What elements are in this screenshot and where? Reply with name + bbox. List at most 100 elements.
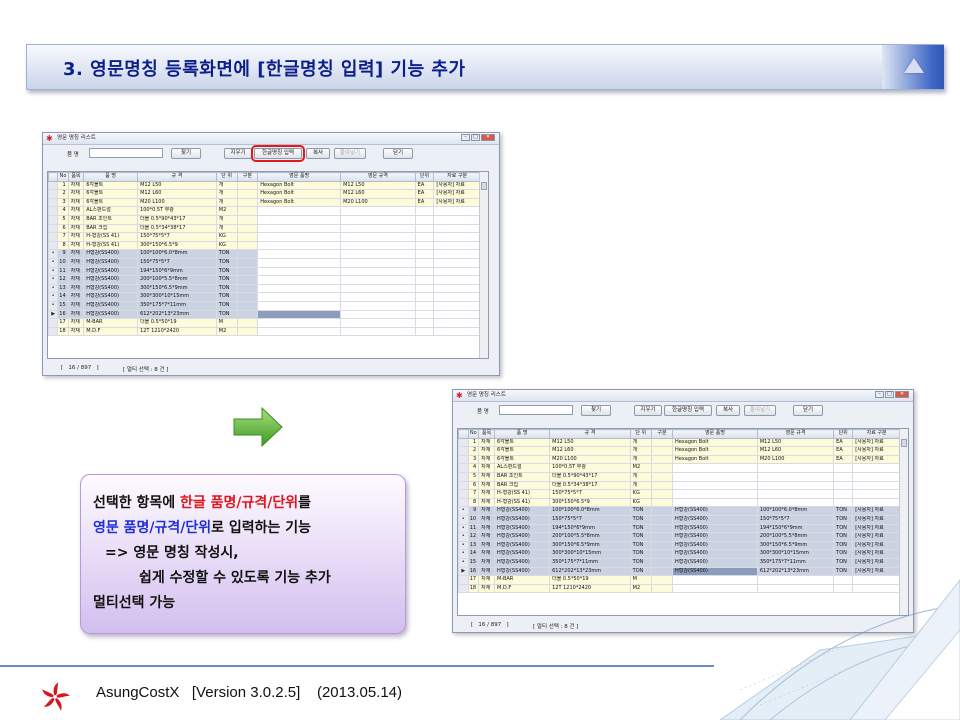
- cell-en-spec[interactable]: [340, 300, 416, 311]
- cell-en-unit[interactable]: TON: [833, 540, 854, 551]
- column-header[interactable]: 규 격: [137, 172, 217, 182]
- minimize-button[interactable]: –: [461, 134, 470, 141]
- cell-en-spec[interactable]: 300*150*6.5*9mm: [756, 540, 835, 551]
- cell-en-spec[interactable]: [756, 463, 835, 473]
- column-header[interactable]: 단위: [414, 172, 435, 182]
- cell-en-spec[interactable]: [340, 275, 416, 285]
- cell-en-name[interactable]: [672, 480, 758, 491]
- table-row[interactable]: 6 자재 BAR 크립 더블 0.5*34*38*17 개: [48, 223, 481, 234]
- close-window-button[interactable]: ✕: [481, 134, 495, 141]
- cell-en-unit[interactable]: TON: [833, 523, 854, 534]
- cell-en-spec[interactable]: [340, 257, 416, 268]
- cell-en-unit[interactable]: [833, 497, 854, 508]
- column-header[interactable]: 자료 구분: [852, 429, 901, 439]
- cell-en-name[interactable]: H형강(SS400): [672, 532, 758, 542]
- cell-en-spec[interactable]: [340, 232, 416, 242]
- column-header[interactable]: No: [57, 172, 69, 182]
- clear-button[interactable]: 지우기: [634, 405, 662, 416]
- column-header[interactable]: 규 격: [549, 429, 631, 439]
- find-button[interactable]: 찾기: [171, 148, 201, 159]
- cell-en-name[interactable]: [257, 257, 342, 268]
- cell-en-unit[interactable]: [833, 471, 854, 482]
- cell-en-spec[interactable]: [340, 309, 416, 320]
- cell-en-name[interactable]: [257, 300, 342, 311]
- cell-en-name[interactable]: [257, 283, 342, 294]
- column-header[interactable]: 영문 품명: [672, 429, 758, 439]
- maximize-button[interactable]: □: [471, 134, 480, 141]
- minimize-button[interactable]: –: [875, 391, 884, 398]
- paste-button[interactable]: 붙여넣기: [744, 405, 776, 416]
- close-button[interactable]: 닫기: [383, 148, 413, 159]
- cell-en-unit[interactable]: [414, 326, 435, 337]
- cell-en-spec[interactable]: [340, 292, 416, 302]
- cell-en-unit[interactable]: [833, 480, 854, 491]
- cell-en-spec[interactable]: [756, 489, 835, 499]
- cell-en-unit[interactable]: [414, 232, 435, 242]
- cell-en-spec[interactable]: [340, 249, 416, 259]
- table-row[interactable]: 1 자재 6각볼트 M12 L50 개 Hexagon Bolt M12 L50 EA [사용자…: [48, 180, 481, 191]
- table-row[interactable]: 3 자재 6각볼트 M20 L100 개 Hexagon Bolt M20 L100 EA [사…: [48, 197, 481, 208]
- table-row[interactable]: • 11 자재 H형강(SS400) 194*150*6*9mm TON H형강(SS400…: [458, 523, 901, 534]
- cell-en-unit[interactable]: TON: [833, 532, 854, 542]
- cell-en-name[interactable]: H형강(SS400): [672, 549, 758, 559]
- cell-en-unit[interactable]: EA: [833, 437, 854, 448]
- column-header[interactable]: 단 위: [215, 172, 238, 182]
- cell-en-unit[interactable]: [414, 292, 435, 302]
- table-row[interactable]: • 9 자재 H형강(SS400) 100*100*6.0*8mm TON H형강(SS40…: [458, 506, 901, 516]
- cell-en-name[interactable]: [257, 223, 342, 234]
- table-row[interactable]: • 9 자재 H형강(SS400) 100*100*6.0*8mm TON: [48, 249, 481, 259]
- cell-en-unit[interactable]: TON: [833, 514, 854, 525]
- table-row[interactable]: 8 자재 H-형강(SS 41) 300*150*6.5*9 KG: [48, 240, 481, 251]
- column-header[interactable]: 품목: [67, 172, 85, 182]
- cell-en-unit[interactable]: EA: [414, 189, 435, 199]
- cell-en-unit[interactable]: EA: [833, 446, 854, 456]
- table-row[interactable]: 8 자재 H-형강(SS 41) 300*150*6.5*9 KG: [458, 497, 901, 508]
- cell-en-unit[interactable]: [414, 283, 435, 294]
- cell-en-name[interactable]: H형강(SS400): [672, 506, 758, 516]
- cell-en-spec[interactable]: [340, 214, 416, 225]
- cell-en-name[interactable]: [257, 206, 342, 216]
- table-row[interactable]: 4 자재 AL스판드럴 100*0.5T 무광 M2: [458, 463, 901, 473]
- cell-en-spec[interactable]: M20 L100: [756, 454, 835, 465]
- korean-input-button[interactable]: 한글명칭 입력: [664, 405, 712, 416]
- cell-en-name[interactable]: [672, 497, 758, 508]
- cell-en-spec[interactable]: 100*100*6.0*8mm: [756, 506, 835, 516]
- table-row[interactable]: ▶ 16 자재 H형강(SS400) 612*202*13*23mm TON: [48, 309, 481, 320]
- column-header[interactable]: 자료 구분: [433, 172, 481, 182]
- cell-en-name[interactable]: [257, 275, 342, 285]
- cell-en-unit[interactable]: EA: [414, 180, 435, 191]
- cell-en-spec[interactable]: M12 L60: [756, 446, 835, 456]
- cell-en-name[interactable]: [672, 471, 758, 482]
- cell-en-spec[interactable]: M20 L100: [340, 197, 416, 208]
- copy-button[interactable]: 복사: [716, 405, 740, 416]
- cell-en-spec[interactable]: 194*150*6*9mm: [756, 523, 835, 534]
- cell-en-spec[interactable]: 300*300*10*15mm: [756, 549, 835, 559]
- cell-en-unit[interactable]: [414, 318, 435, 328]
- cell-en-name[interactable]: [257, 232, 342, 242]
- cell-en-name[interactable]: [257, 214, 342, 225]
- name-search-input[interactable]: [89, 148, 163, 158]
- cell-en-unit[interactable]: [414, 257, 435, 268]
- cell-en-unit[interactable]: EA: [833, 454, 854, 465]
- cell-en-name[interactable]: H형강(SS400): [672, 523, 758, 534]
- cell-en-unit[interactable]: [414, 214, 435, 225]
- cell-en-spec[interactable]: [340, 206, 416, 216]
- find-button[interactable]: 찾기: [581, 405, 611, 416]
- cell-en-name[interactable]: Hexagon Bolt: [672, 446, 758, 456]
- table-row[interactable]: 17 자재 M-BAR 더블 0.5*50*19 M: [48, 318, 481, 328]
- cell-en-name[interactable]: Hexagon Bolt: [672, 454, 758, 465]
- column-header[interactable]: 영문 규격: [756, 429, 835, 439]
- table-row[interactable]: 3 자재 6각볼트 M20 L100 개 Hexagon Bolt M20 L100 EA [사…: [458, 454, 901, 465]
- cell-en-name[interactable]: [257, 318, 342, 328]
- korean-input-button[interactable]: 한글명칭 입력: [251, 145, 305, 162]
- table-row[interactable]: • 13 자재 H형강(SS400) 300*150*6.5*9mm TON H형강(SS4…: [458, 540, 901, 551]
- cell-en-spec[interactable]: [340, 283, 416, 294]
- cell-en-spec[interactable]: M12 L50: [340, 180, 416, 191]
- cell-en-name[interactable]: [257, 249, 342, 259]
- cell-en-spec[interactable]: [340, 326, 416, 337]
- cell-en-unit[interactable]: [414, 206, 435, 216]
- cell-en-spec[interactable]: [340, 223, 416, 234]
- table-row[interactable]: • 13 자재 H형강(SS400) 300*150*6.5*9mm TON: [48, 283, 481, 294]
- column-header[interactable]: 단위: [833, 429, 854, 439]
- cell-en-unit[interactable]: [414, 266, 435, 277]
